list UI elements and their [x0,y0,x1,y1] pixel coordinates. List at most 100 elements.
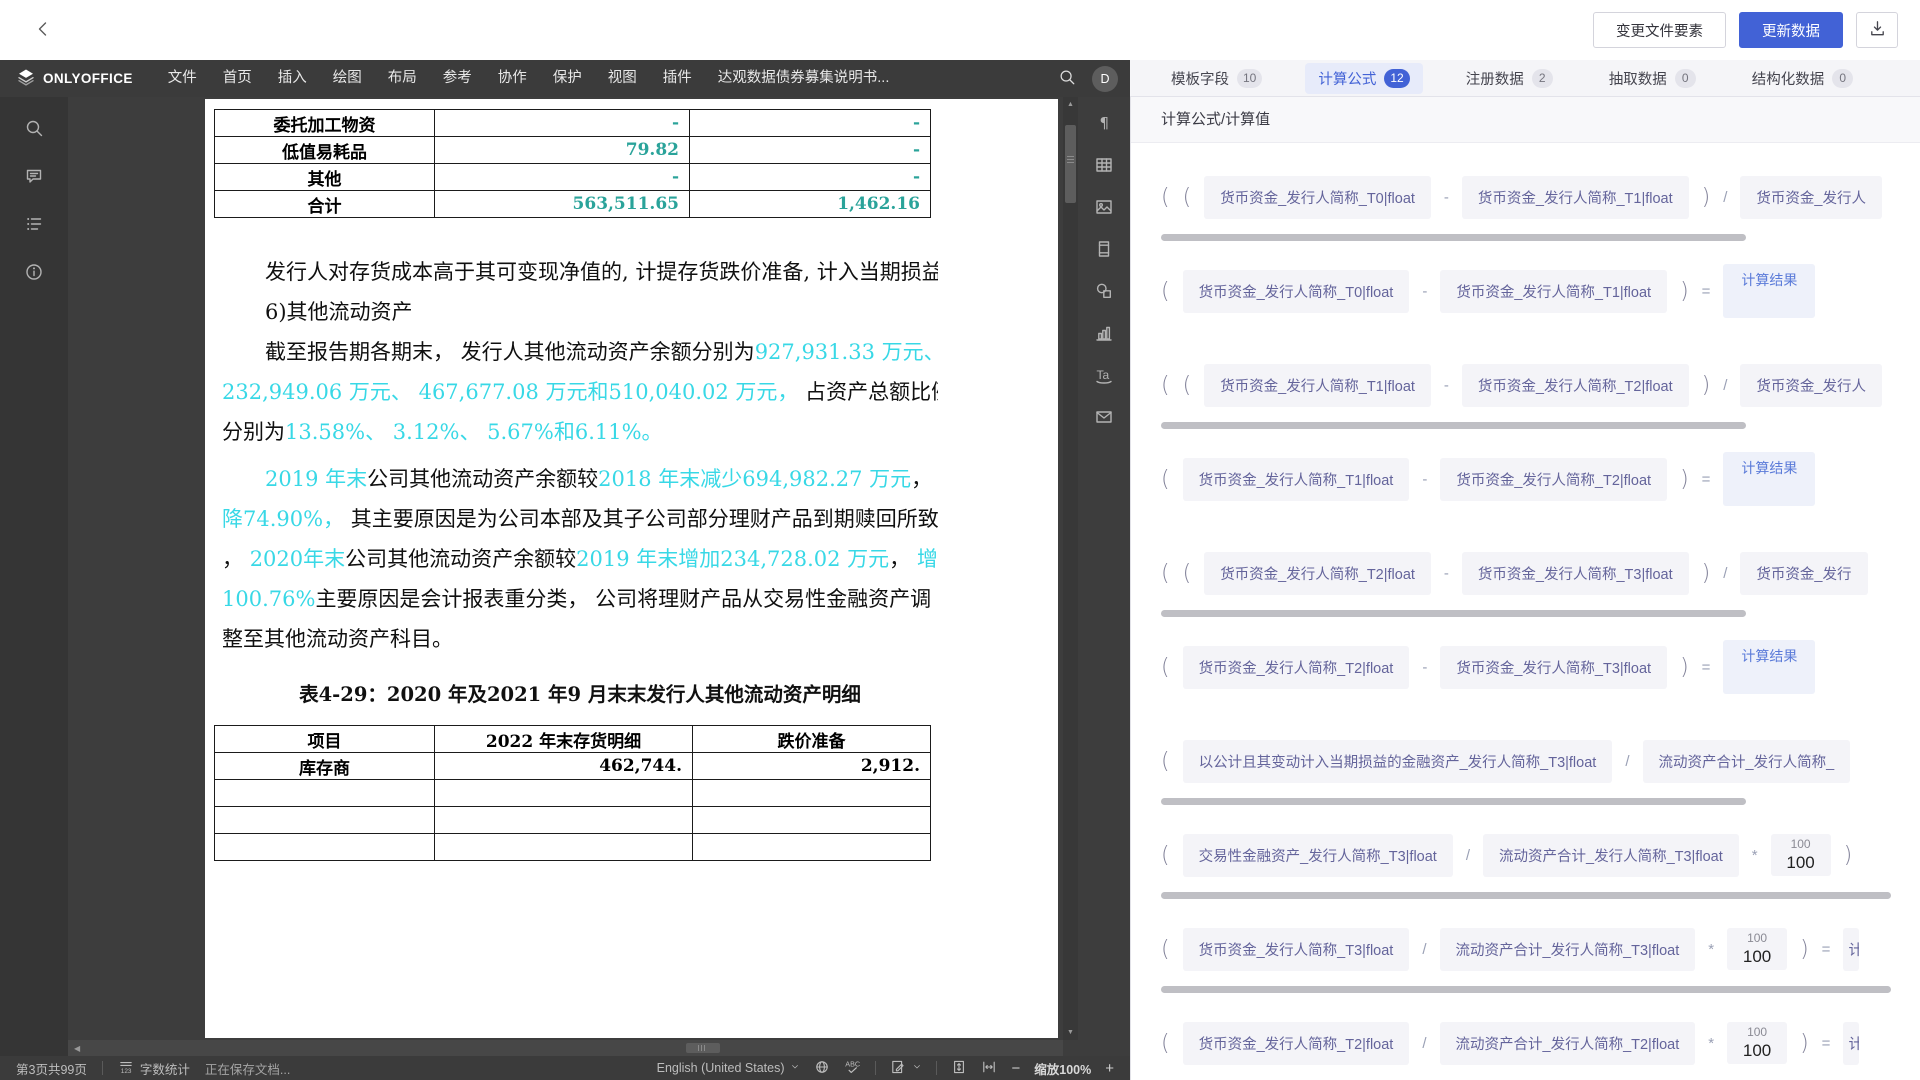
back-button[interactable] [26,13,60,47]
fraction-chip[interactable]: 100100 [1727,928,1787,970]
field-chip[interactable]: 交易性金融资产_发行人简称_T3|float [1183,834,1453,877]
zoom-value[interactable]: 缩放100% [1034,1059,1091,1078]
tab-抽取数据[interactable]: 抽取数据0 [1596,63,1709,94]
formula-row[interactable]: (货币资金_发行人简称_T1|float-货币资金_发行人简称_T2|float… [1161,451,1920,507]
field-chip[interactable]: 货币资金_发行人简称_T2|float [1183,1022,1410,1065]
track-changes-button[interactable] [890,1059,922,1078]
tab-模板字段[interactable]: 模板字段10 [1158,63,1275,94]
menu-item-保护[interactable]: 保护 [540,60,595,97]
field-chip[interactable]: 货币资金_发行人简称_T1|float [1204,364,1431,407]
menu-item-协作[interactable]: 协作 [485,60,540,97]
sidebar-navigation-button[interactable] [14,205,54,245]
scroll-left-arrow-icon[interactable]: ◀ [68,1044,86,1053]
horizontal-scrollbar[interactable] [1161,892,1891,899]
zoom-in-button[interactable]: + [1105,1060,1114,1077]
menu-item-参考[interactable]: 参考 [430,60,485,97]
field-chip[interactable]: 货币资金_发行人简称_T1|float [1440,270,1667,313]
field-chip-clipped[interactable]: 计算结果 [1843,928,1859,971]
avatar[interactable]: D [1092,66,1118,92]
calc-result-chip[interactable]: 计算结果 [1723,452,1815,506]
field-chip[interactable]: 货币资金_发行人 [1740,364,1882,407]
paragraph-settings-button[interactable]: ¶ [1085,105,1123,143]
sidebar-about-button[interactable] [14,253,54,293]
formula-row[interactable]: (货币资金_发行人简称_T0|float-货币资金_发行人简称_T1|float… [1161,263,1920,319]
horizontal-scrollbar[interactable] [1161,610,1746,617]
document-vertical-scrollbar[interactable]: ▲ ▼ [1063,97,1078,1040]
mail-merge-button[interactable] [1085,399,1123,437]
menu-item-文件[interactable]: 文件 [155,60,210,97]
scroll-down-arrow-icon[interactable]: ▼ [1063,1025,1078,1040]
shape-settings-button[interactable] [1085,273,1123,311]
field-chip[interactable]: 以公计且其变动计入当期损益的金融资产_发行人简称_T3|float [1183,740,1613,783]
page-indicator[interactable]: 第3页共99页 [16,1059,87,1078]
change-file-elements-button[interactable]: 变更文件要素 [1593,12,1726,48]
calc-result-chip[interactable]: 计算结果 [1723,264,1815,318]
field-chip[interactable]: 货币资金_发行人简称_T2|float [1462,364,1689,407]
menu-item-布局[interactable]: 布局 [375,60,430,97]
field-chip[interactable]: 货币资金_发行 [1740,552,1867,595]
horizontal-scrollbar[interactable] [1161,986,1891,993]
field-chip[interactable]: 货币资金_发行人简称_T3|float [1440,646,1667,689]
vertical-scroll-thumb[interactable] [1065,125,1076,203]
field-chip[interactable]: 货币资金_发行人简称_T1|float [1462,176,1689,219]
image-settings-button[interactable] [1085,189,1123,227]
field-chip[interactable]: 货币资金_发行人简称_T1|float [1183,458,1410,501]
document-horizontal-scrollbar[interactable]: ◀ [68,1040,1063,1056]
field-chip[interactable]: 流动资产合计_发行人简称_ [1643,740,1851,783]
toolbar-search-button[interactable] [1050,60,1084,97]
formula-row[interactable]: (货币资金_发行人简称_T2|float-货币资金_发行人简称_T3|float… [1161,639,1920,695]
tab-注册数据[interactable]: 注册数据2 [1453,63,1566,94]
horizontal-scrollbar[interactable] [1161,798,1746,805]
menu-item-插件[interactable]: 插件 [650,60,705,97]
horizontal-scroll-thumb[interactable] [686,1043,720,1053]
menu-item-视图[interactable]: 视图 [595,60,650,97]
sidebar-search-button[interactable] [14,109,54,149]
field-chip[interactable]: 流动资产合计_发行人简称_T3|float [1440,928,1696,971]
horizontal-scrollbar[interactable] [1161,234,1746,241]
menu-item-达观数据债券募集说明书...[interactable]: 达观数据债券募集说明书... [705,60,903,97]
field-chip[interactable]: 货币资金_发行人简称_T2|float [1440,458,1667,501]
update-data-button[interactable]: 更新数据 [1739,12,1843,48]
fit-width-button[interactable] [981,1059,997,1078]
scroll-up-arrow-icon[interactable]: ▲ [1063,97,1078,112]
table-settings-button[interactable] [1085,147,1123,185]
fit-page-button[interactable] [951,1059,967,1078]
formula-row[interactable]: ((货币资金_发行人简称_T2|float-货币资金_发行人简称_T3|floa… [1161,545,1920,601]
spellcheck-button[interactable]: ABC [844,1058,861,1078]
field-chip[interactable]: 货币资金_发行人简称_T3|float [1462,552,1689,595]
formula-row[interactable]: ((货币资金_发行人简称_T0|float-货币资金_发行人简称_T1|floa… [1161,169,1920,225]
field-chip[interactable]: 货币资金_发行人简称_T0|float [1204,176,1431,219]
horizontal-scrollbar[interactable] [1161,422,1746,429]
word-count-button[interactable]: 123 字数统计 [118,1059,190,1078]
zoom-out-button[interactable]: − [1011,1060,1020,1077]
fraction-chip[interactable]: 100100 [1771,834,1831,876]
document-canvas[interactable]: 委托加工物资--低值易耗品79.82-其他--合计563,511.651,462… [68,97,1078,1056]
chart-settings-button[interactable] [1085,315,1123,353]
field-chip[interactable]: 货币资金_发行人简称_T3|float [1183,928,1410,971]
menu-item-首页[interactable]: 首页 [210,60,265,97]
formula-row[interactable]: (货币资金_发行人简称_T2|float/流动资产合计_发行人简称_T2|flo… [1161,1015,1920,1071]
menu-item-绘图[interactable]: 绘图 [320,60,375,97]
header-footer-button[interactable] [1085,231,1123,269]
field-chip[interactable]: 流动资产合计_发行人简称_T2|float [1440,1022,1696,1065]
text-art-button[interactable]: Ta [1085,357,1123,395]
set-document-language-button[interactable] [814,1059,830,1078]
formula-row[interactable]: (货币资金_发行人简称_T3|float/流动资产合计_发行人简称_T3|flo… [1161,921,1920,977]
field-chip[interactable]: 货币资金_发行人简称_T2|float [1204,552,1431,595]
field-chip[interactable]: 流动资产合计_发行人简称_T3|float [1483,834,1739,877]
tab-结构化数据[interactable]: 结构化数据0 [1739,63,1867,94]
sidebar-comments-button[interactable] [14,157,54,197]
tab-计算公式[interactable]: 计算公式12 [1305,63,1422,94]
language-selector[interactable]: English (United States) [657,1061,801,1075]
download-button[interactable] [1856,12,1898,48]
fraction-chip[interactable]: 100100 [1727,1022,1787,1064]
field-chip[interactable]: 货币资金_发行人 [1740,176,1882,219]
formula-row[interactable]: (以公计且其变动计入当期损益的金融资产_发行人简称_T3|float/流动资产合… [1161,733,1920,789]
calc-result-chip[interactable]: 计算结果 [1723,640,1815,694]
field-chip[interactable]: 货币资金_发行人简称_T0|float [1183,270,1410,313]
field-chip[interactable]: 货币资金_发行人简称_T2|float [1183,646,1410,689]
document-page[interactable]: 委托加工物资--低值易耗品79.82-其他--合计563,511.651,462… [205,99,1058,1038]
formula-row[interactable]: ((货币资金_发行人简称_T1|float-货币资金_发行人简称_T2|floa… [1161,357,1920,413]
field-chip-clipped[interactable]: 计算结果 [1843,1022,1859,1065]
menu-item-插入[interactable]: 插入 [265,60,320,97]
